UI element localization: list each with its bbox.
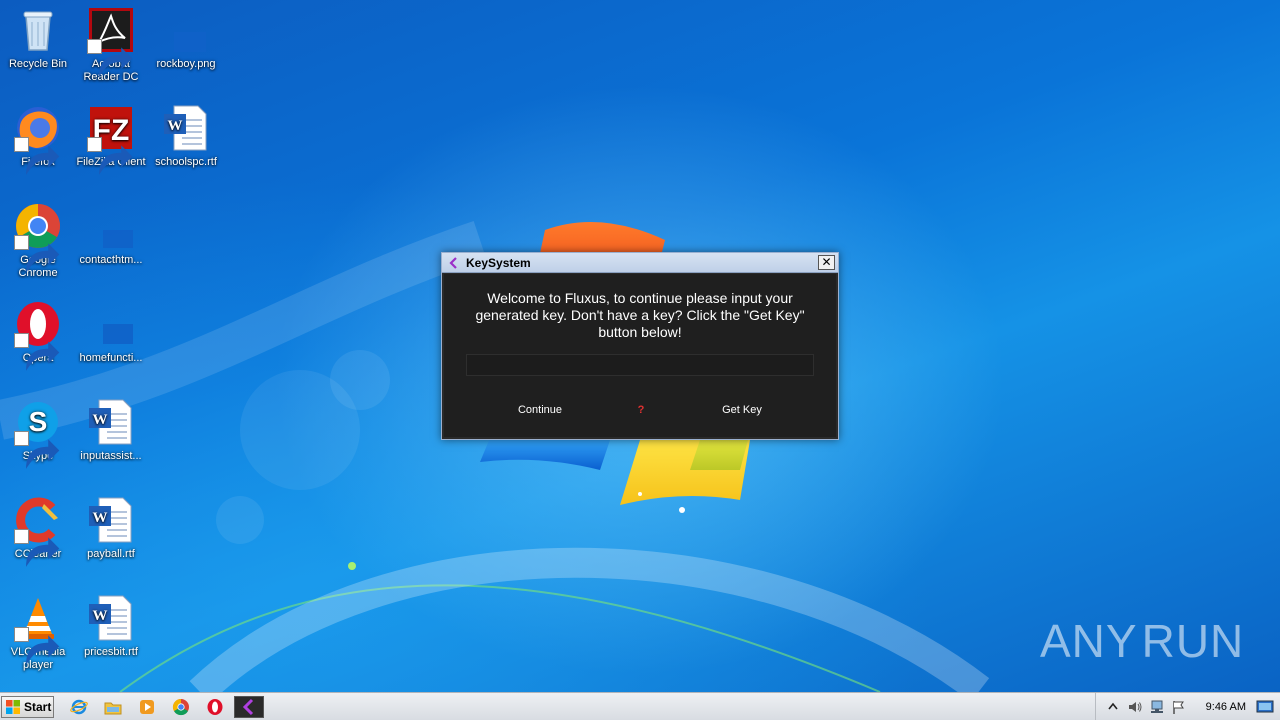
desktop-icon-opera[interactable]: Opera	[0, 300, 76, 371]
start-button[interactable]: Start	[1, 696, 54, 718]
acrobat-icon	[87, 6, 135, 77]
word-document-icon: W	[87, 398, 135, 446]
desktop-icon-payball[interactable]: W payball.rtf	[73, 496, 149, 561]
taskbar-fluxus[interactable]	[234, 696, 264, 718]
opera-icon	[14, 300, 62, 371]
word-document-icon: W	[162, 104, 210, 152]
network-icon	[1150, 700, 1163, 713]
desktop-icon-label: Recycle Bin	[8, 58, 68, 70]
shortcut-arrow-icon	[14, 333, 60, 371]
taskbar-opera[interactable]	[203, 696, 227, 718]
desktop-icon-homefuncti[interactable]: homefuncti...	[73, 300, 149, 365]
desktop-icon-schoolspc[interactable]: W schoolspc.rtf	[148, 104, 224, 169]
desktop-icon-chrome[interactable]: Google Chrome	[0, 202, 76, 280]
system-tray: 9:46 AM	[1094, 693, 1280, 720]
shortcut-arrow-icon	[14, 235, 60, 273]
dialog-titlebar[interactable]: KeySystem ✕	[442, 253, 838, 273]
desktop-icon-pricesbit[interactable]: W pricesbit.rtf	[73, 594, 149, 659]
flag-icon	[1172, 701, 1184, 714]
desktop-icon-label: rockboy.png	[156, 58, 216, 70]
taskbar-file-explorer[interactable]	[101, 696, 125, 718]
desktop-icon-label: payball.rtf	[87, 548, 135, 560]
desktop-icon-ccleaner[interactable]: CCleaner	[0, 496, 76, 567]
close-button[interactable]: ✕	[818, 255, 835, 270]
clock[interactable]: 9:46 AM	[1206, 701, 1246, 713]
watermark-left-text: ANY	[1040, 615, 1138, 667]
start-label: Start	[24, 700, 52, 714]
network-button[interactable]	[1149, 699, 1165, 715]
desktop-icon-inputassist[interactable]: W inputassist...	[73, 398, 149, 463]
welcome-message: Welcome to Fluxus, to continue please in…	[475, 290, 805, 340]
taskbar: Start 9:46 AM	[0, 692, 1280, 720]
desktop-icon-recycle-bin[interactable]: Recycle Bin	[0, 6, 76, 71]
fluxus-icon	[242, 698, 254, 716]
shortcut-arrow-icon	[14, 529, 60, 567]
svg-text:W: W	[93, 608, 108, 624]
shortcut-arrow-icon	[87, 39, 133, 77]
keysystem-dialog: KeySystem ✕ Welcome to Fluxus, to contin…	[441, 252, 839, 440]
taskbar-chrome[interactable]	[169, 696, 193, 718]
desktop-icon-rockboy[interactable]: rockboy.png	[148, 6, 224, 71]
filezilla-icon: FZ	[87, 104, 135, 175]
key-input[interactable]	[466, 354, 814, 376]
action-center-button[interactable]	[1171, 699, 1187, 715]
windows-logo-icon	[6, 700, 20, 714]
ccleaner-icon	[14, 496, 62, 567]
continue-button[interactable]: Continue	[508, 404, 572, 416]
media-player-icon	[140, 700, 154, 714]
desktop-icon-acrobat[interactable]: Acrobat Reader DC	[73, 6, 149, 84]
desktop-icon-label: contacthtm...	[79, 254, 143, 266]
anyrun-watermark: ANY RUN	[1040, 608, 1243, 674]
opera-icon	[207, 699, 223, 715]
file-explorer-icon	[104, 702, 122, 715]
desktop-icon-firefox[interactable]: Firefox	[0, 104, 76, 175]
word-document-icon: W	[87, 496, 135, 544]
dialog-body: Welcome to Fluxus, to continue please in…	[444, 274, 836, 437]
chevron-up-icon	[1108, 702, 1118, 710]
word-document-icon: W	[87, 594, 135, 642]
skype-icon: S	[14, 398, 62, 469]
recycle-bin-icon	[14, 6, 62, 54]
speaker-icon	[1128, 702, 1142, 712]
chrome-icon	[172, 698, 189, 716]
desktop-icon-label: schoolspc.rtf	[155, 156, 217, 168]
chrome-icon	[14, 202, 62, 273]
show-hidden-icons-button[interactable]	[1105, 699, 1121, 715]
desktop-icon-label: pricesbit.rtf	[84, 646, 138, 658]
taskbar-internet-explorer[interactable]	[67, 696, 91, 718]
vlc-icon	[14, 594, 62, 665]
desktop-icon-label: inputassist...	[80, 450, 142, 462]
shortcut-arrow-icon	[14, 627, 60, 665]
file-icon	[87, 202, 135, 250]
desktop-icon-skype[interactable]: S Skype	[0, 398, 76, 469]
desktop-icon-vlc[interactable]: VLC media player	[0, 594, 76, 672]
shortcut-arrow-icon	[14, 137, 60, 175]
help-button[interactable]: ?	[636, 404, 646, 416]
desktop-icon-label: homefuncti...	[79, 352, 143, 364]
taskbar-media-player[interactable]	[135, 696, 159, 718]
shortcut-arrow-icon	[14, 431, 60, 469]
volume-button[interactable]	[1127, 699, 1143, 715]
firefox-icon	[14, 104, 62, 175]
svg-text:W: W	[93, 510, 108, 526]
file-icon	[87, 300, 135, 348]
image-file-icon	[162, 6, 210, 54]
dialog-title: KeySystem	[466, 255, 531, 270]
desktop-icon-filezilla[interactable]: FZ FileZilla Client	[73, 104, 149, 175]
desktop-icon-contacthtm[interactable]: contacthtm...	[73, 202, 149, 267]
fluxus-icon	[449, 256, 457, 269]
svg-text:W: W	[93, 412, 108, 428]
shortcut-arrow-icon	[87, 137, 133, 175]
show-desktop-icon[interactable]	[1256, 700, 1274, 714]
watermark-right-text: RUN	[1141, 615, 1245, 667]
get-key-button[interactable]: Get Key	[714, 404, 770, 416]
svg-text:W: W	[168, 118, 183, 134]
internet-explorer-icon	[70, 699, 88, 715]
